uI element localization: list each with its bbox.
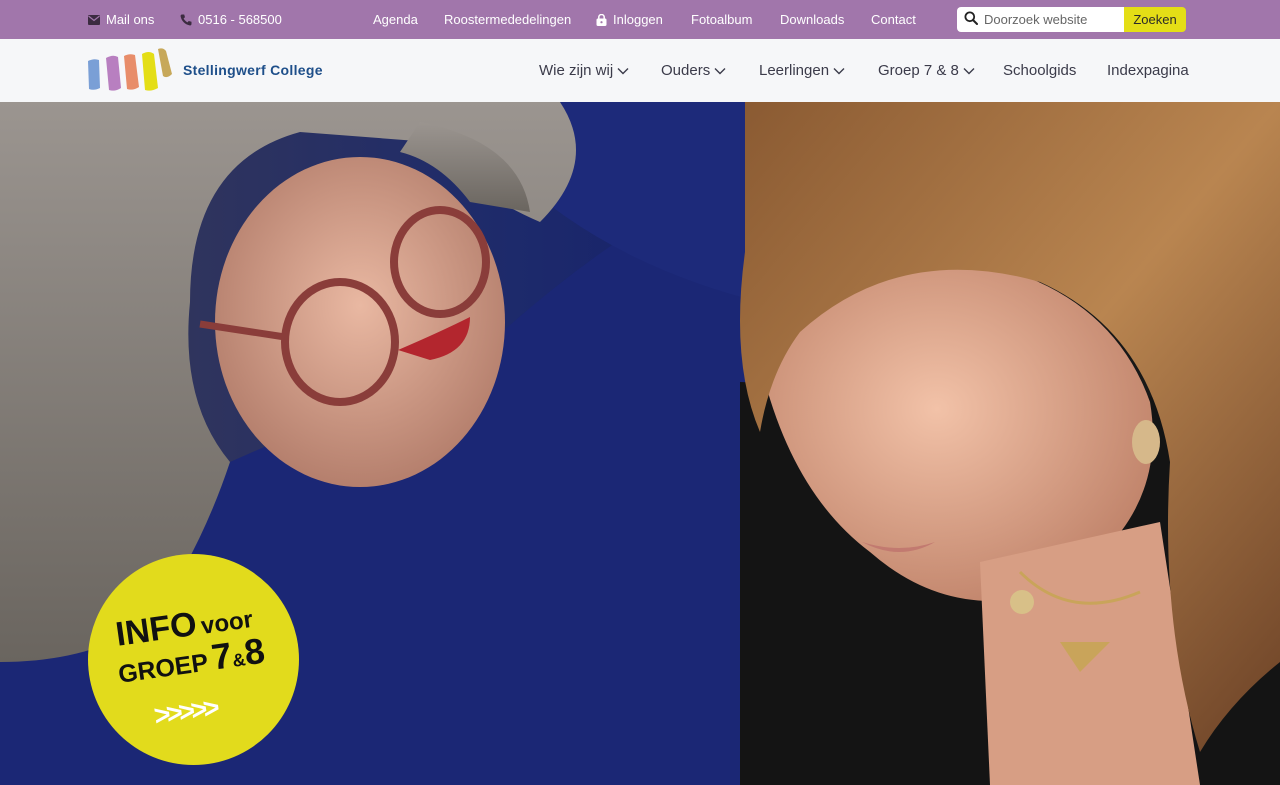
chevrons-right-icon: >>>>>: [152, 691, 218, 732]
topnav-fotoalbum[interactable]: Fotoalbum: [691, 0, 752, 39]
badge-eight-text: 8: [241, 629, 268, 674]
topnav-agenda[interactable]: Agenda: [373, 0, 418, 39]
nav-schoolgids-label: Schoolgids: [1003, 62, 1077, 79]
chevron-down-icon: [833, 62, 845, 79]
phone-icon: [180, 14, 192, 26]
search-button[interactable]: Zoeken: [1124, 7, 1186, 32]
mail-link[interactable]: Mail ons: [88, 0, 154, 39]
lock-icon: [596, 13, 607, 26]
nav-leerlingen-label: Leerlingen: [759, 62, 830, 79]
mail-label: Mail ons: [106, 12, 155, 27]
nav-ouders-label: Ouders: [661, 62, 711, 79]
logo[interactable]: Stellingwerf College: [87, 48, 323, 92]
hero-image: INFO voor GROEP 7&8 >>>>>: [0, 102, 1280, 785]
badge-seven-text: 7: [208, 634, 235, 678]
nav-wie-zijn-wij-label: Wie zijn wij: [539, 62, 614, 79]
topnav-contact[interactable]: Contact: [871, 0, 916, 39]
chevron-down-icon: [617, 62, 629, 79]
search-field[interactable]: [957, 7, 1124, 32]
topnav-inloggen-label: Inloggen: [613, 12, 663, 27]
topnav-agenda-label: Agenda: [373, 12, 418, 27]
topnav-fotoalbum-label: Fotoalbum: [691, 12, 753, 27]
envelope-icon: [88, 14, 100, 25]
search-icon: [964, 11, 978, 28]
top-bar: Mail ons 0516 - 568500 Agenda Roostermed…: [0, 0, 1280, 39]
chevron-down-icon: [714, 62, 726, 79]
topnav-roostermededelingen[interactable]: Roostermededelingen: [444, 0, 571, 39]
topnav-contact-label: Contact: [871, 12, 916, 27]
nav-schoolgids[interactable]: Schoolgids: [1003, 39, 1076, 102]
info-groep-7-8-badge[interactable]: INFO voor GROEP 7&8 >>>>>: [88, 554, 299, 765]
nav-wie-zijn-wij[interactable]: Wie zijn wij: [539, 39, 629, 102]
search-form: Zoeken: [957, 7, 1186, 32]
nav-ouders[interactable]: Ouders: [661, 39, 726, 102]
chevron-down-icon: [963, 62, 975, 79]
main-header: Stellingwerf College Wie zijn wij Ouders…: [0, 39, 1280, 102]
nav-groep-7-8-label: Groep 7 & 8: [878, 62, 959, 79]
nav-indexpagina-label: Indexpagina: [1107, 62, 1189, 79]
phone-link[interactable]: 0516 - 568500: [180, 0, 282, 39]
logo-text: Stellingwerf College: [183, 62, 323, 78]
phone-label: 0516 - 568500: [198, 12, 282, 27]
badge-groep-text: GROEP: [116, 648, 210, 689]
topnav-downloads-label: Downloads: [780, 12, 845, 27]
nav-leerlingen[interactable]: Leerlingen: [759, 39, 845, 102]
topnav-roostermededelingen-label: Roostermededelingen: [444, 12, 572, 27]
logo-mark: [88, 48, 172, 91]
topnav-downloads[interactable]: Downloads: [780, 0, 844, 39]
nav-indexpagina[interactable]: Indexpagina: [1107, 39, 1189, 102]
search-input[interactable]: [984, 12, 1114, 27]
topnav-inloggen[interactable]: Inloggen: [596, 0, 663, 39]
nav-groep-7-8[interactable]: Groep 7 & 8: [878, 39, 975, 102]
